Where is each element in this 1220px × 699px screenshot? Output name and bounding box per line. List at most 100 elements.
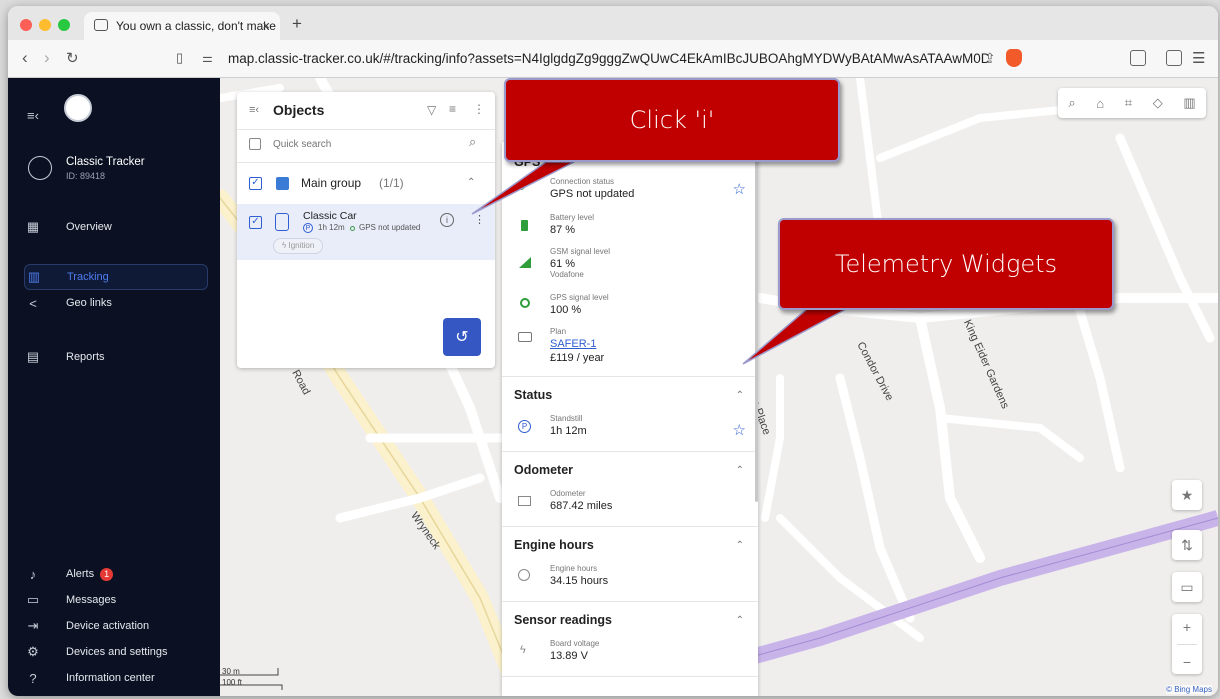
object-row-classic-car[interactable]: ✓ Classic Car P 1h 12m GPS not updated i…: [237, 204, 495, 260]
sort-icon[interactable]: ≡: [449, 102, 456, 116]
message-icon: ▭: [26, 592, 40, 607]
route-icon[interactable]: ⇅: [1172, 530, 1202, 560]
share-icon: <: [29, 295, 37, 311]
section-header-odometer[interactable]: Odometer ⌃: [502, 454, 758, 486]
close-window-button[interactable]: [20, 19, 32, 31]
tab-close-icon[interactable]: ×: [262, 18, 270, 33]
tracker-app: Condor Drive King Eider Gardens Wryneck …: [8, 78, 1218, 696]
engine-hours-row: Engine hours 34.15 hours: [502, 561, 758, 601]
object-gps-status: GPS not updated: [359, 223, 421, 232]
tab-title: You own a classic, don't make: [116, 19, 276, 33]
collapse-sidebar-icon[interactable]: ≡‹: [27, 108, 39, 123]
section-header-engine-hours[interactable]: Engine hours ⌃: [502, 529, 758, 561]
parking-icon: P: [518, 420, 531, 433]
group-checkbox[interactable]: ✓: [249, 177, 262, 190]
sidebar-item-devices-settings[interactable]: ⚙ Devices and settings: [24, 639, 208, 665]
geofence-icon[interactable]: ⌂: [1096, 96, 1104, 111]
zoom-out-button[interactable]: −: [1183, 654, 1191, 670]
sidebar-toggle-icon[interactable]: [1166, 50, 1182, 66]
bookmark-icon[interactable]: ▯: [176, 50, 183, 66]
bolt-icon: ϟ: [520, 644, 526, 656]
layers-icon[interactable]: ◇: [1153, 95, 1163, 111]
sidebar-item-reports[interactable]: ▤ Reports: [24, 344, 208, 370]
connection-status-row: Connection status GPS not updated ☆: [502, 174, 758, 210]
row-label: GPS signal level: [550, 293, 609, 302]
row-label: Board voltage: [550, 639, 600, 648]
plan-link[interactable]: SAFER-1: [550, 338, 758, 350]
select-area-icon[interactable]: ⌗: [1125, 95, 1132, 111]
back-icon[interactable]: ‹: [22, 48, 28, 68]
sidebar-item-device-activation[interactable]: ⇥ Device activation: [24, 613, 208, 639]
timer-icon: [518, 569, 530, 581]
row-label: Engine hours: [550, 564, 598, 573]
zoom-in-button[interactable]: +: [1183, 619, 1191, 635]
panel-scrollbar[interactable]: [755, 142, 758, 502]
chevron-up-icon[interactable]: ⌃: [736, 615, 744, 626]
row-value: 87 %: [550, 224, 576, 236]
info-i-button[interactable]: i: [440, 213, 454, 227]
help-icon: ?: [29, 670, 37, 686]
object-checkbox[interactable]: ✓: [249, 216, 262, 229]
sidebar-item-information-center[interactable]: ? Information center: [24, 665, 208, 691]
url-field[interactable]: map.classic-tracker.co.uk/#/tracking/inf…: [228, 51, 988, 66]
history-button[interactable]: ↺: [443, 318, 481, 356]
minimize-window-button[interactable]: [39, 19, 51, 31]
row-value: 13.89 V: [550, 650, 588, 662]
collapse-panel-icon[interactable]: ≡‹: [249, 104, 259, 116]
row-value: 687.42 miles: [550, 500, 613, 512]
sidebar-item-label: Devices and settings: [66, 646, 168, 658]
map-type-icon[interactable]: ▥: [1183, 95, 1195, 111]
zoom-window-button[interactable]: [58, 19, 70, 31]
search-icon[interactable]: ⌕: [469, 134, 476, 150]
account-name: Classic Tracker: [66, 156, 145, 168]
chevron-up-icon[interactable]: ⌃: [736, 540, 744, 551]
zoom-control: + −: [1172, 614, 1202, 674]
account-avatar-icon[interactable]: [28, 156, 52, 180]
brave-shield-icon[interactable]: [1006, 49, 1022, 67]
sidebar-item-overview[interactable]: ▦ Overview: [24, 214, 208, 240]
sidebar-item-label: Overview: [66, 221, 112, 233]
tracker-device-icon: [275, 213, 289, 231]
star-outline-icon[interactable]: ☆: [733, 180, 746, 198]
ruler-icon[interactable]: ▭: [1172, 572, 1202, 602]
quick-search-input[interactable]: [273, 134, 453, 154]
chevron-up-icon[interactable]: ⌃: [467, 177, 475, 188]
object-menu-icon[interactable]: ⋮: [474, 213, 485, 226]
star-outline-icon[interactable]: ☆: [733, 421, 746, 439]
sidebar-item-tracking[interactable]: ▥ Tracking: [24, 264, 208, 290]
objects-panel: ≡‹ Objects ▽ ≡ ⋮ ⌕ ✓ Main group (1/1) ⌃ …: [237, 92, 495, 368]
more-options-icon[interactable]: ⋮: [473, 102, 485, 116]
menu-icon[interactable]: ☰: [1192, 49, 1205, 67]
map-icon: ▥: [27, 269, 41, 284]
share-icon[interactable]: ⇪: [984, 50, 996, 67]
new-tab-button[interactable]: +: [292, 14, 302, 34]
account-id: ID: 89418: [66, 171, 106, 181]
favorite-star-icon[interactable]: ★: [1172, 480, 1202, 510]
sidebar-item-label: Geo links: [66, 297, 112, 309]
forward-icon[interactable]: ›: [44, 48, 50, 68]
carrier-name: Vodafone: [550, 270, 584, 279]
signal-strength-icon: [519, 257, 531, 268]
site-settings-icon[interactable]: ⚌: [202, 51, 213, 65]
chevron-up-icon[interactable]: ⌃: [736, 390, 744, 401]
browser-window: You own a classic, don't make × + ‹ › ↻ …: [8, 6, 1218, 696]
chevron-up-icon[interactable]: ⌃: [736, 465, 744, 476]
select-all-checkbox[interactable]: [249, 138, 261, 150]
reload-icon[interactable]: ↻: [66, 49, 79, 67]
reader-mode-icon[interactable]: [1130, 50, 1146, 66]
sidebar-item-label: Tracking: [67, 271, 109, 283]
odometer-row: Odometer 687.42 miles: [502, 486, 758, 526]
map-search-icon[interactable]: ⌕: [1068, 95, 1075, 111]
browser-tab[interactable]: You own a classic, don't make ×: [84, 12, 280, 40]
sidebar-item-alerts[interactable]: ♪ Alerts 1: [24, 561, 208, 587]
map-attribution[interactable]: © Bing Maps: [1166, 685, 1212, 694]
sidebar-item-messages[interactable]: ▭ Messages: [24, 587, 208, 613]
group-row[interactable]: ✓ Main group (1/1) ⌃: [237, 163, 495, 203]
battery-icon: [521, 220, 528, 231]
section-header-status[interactable]: Status ⌃: [502, 379, 758, 411]
sidebar-item-geo-links[interactable]: < Geo links: [24, 290, 208, 316]
filter-icon[interactable]: ▽: [427, 103, 436, 117]
alerts-count-badge: 1: [100, 567, 114, 581]
status-row: P Standstill 1h 12m ☆: [502, 411, 758, 451]
section-header-sensor-readings[interactable]: Sensor readings ⌃: [502, 604, 758, 636]
